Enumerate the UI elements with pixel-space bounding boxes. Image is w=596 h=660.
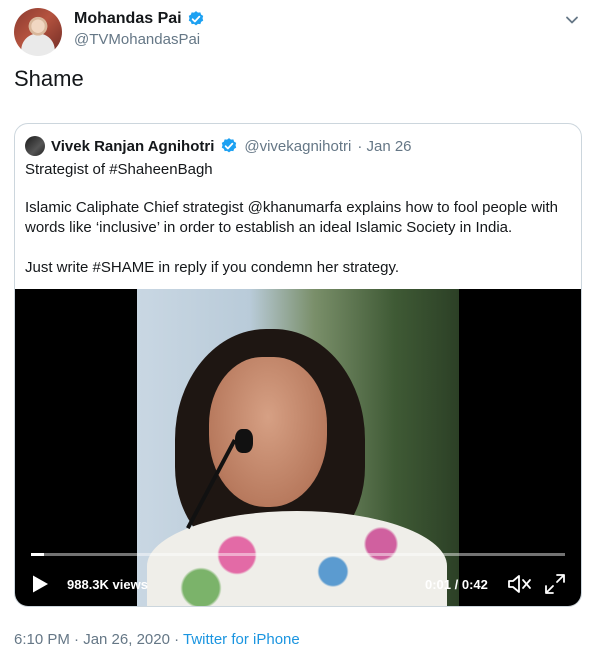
video-subject-face <box>209 357 327 507</box>
author-name-row: Mohandas Pai <box>74 10 205 28</box>
quoted-author-handle: @vivekagnihotri <box>244 137 352 155</box>
microphone <box>235 429 253 453</box>
quoted-line-1: Strategist of #ShaheenBagh <box>25 161 213 178</box>
quoted-tweet-body: Strategist of #ShaheenBagh Islamic Calip… <box>25 160 573 298</box>
video-frame <box>137 289 459 606</box>
author-info: Mohandas Pai @TVMohandasPai <box>74 10 205 48</box>
fullscreen-icon[interactable] <box>544 573 566 595</box>
play-icon[interactable] <box>29 573 51 595</box>
quoted-line-2: Islamic Caliphate Chief strategist @khan… <box>25 199 558 236</box>
author-name[interactable]: Mohandas Pai <box>74 10 182 28</box>
video-progress-bar[interactable] <box>31 553 565 556</box>
video-views: 988.3K views <box>67 577 148 592</box>
quoted-author-name: Vivek Ranjan Agnihotri <box>51 137 215 155</box>
video-progress-fill <box>31 553 44 556</box>
video-player[interactable]: 988.3K views 0:01 / 0:42 <box>15 289 581 606</box>
verified-badge-icon <box>188 11 203 26</box>
quoted-author-avatar <box>25 136 45 156</box>
quoted-tweet[interactable]: Vivek Ranjan Agnihotri @vivekagnihotri ·… <box>14 123 582 607</box>
quoted-line-3: Just write #SHAME in reply if you condem… <box>25 259 400 276</box>
video-time: 0:01 / 0:42 <box>425 577 488 592</box>
tweet-timestamp[interactable]: 6:10 PM · Jan 26, 2020 <box>14 631 170 648</box>
footer-separator: · <box>169 631 183 648</box>
tweet-footer: 6:10 PM · Jan 26, 2020 · Twitter for iPh… <box>14 631 300 648</box>
volume-muted-icon[interactable] <box>507 573 533 595</box>
quoted-date: · Jan 26 <box>357 137 412 155</box>
tweet-source-link[interactable]: Twitter for iPhone <box>183 631 300 648</box>
verified-badge-icon <box>222 138 237 153</box>
author-avatar[interactable] <box>14 8 62 56</box>
tweet-header: Mohandas Pai @TVMohandasPai <box>14 8 582 56</box>
video-subject-dress <box>147 511 447 606</box>
tweet-text: Shame <box>14 66 84 91</box>
chevron-down-icon[interactable] <box>564 12 580 28</box>
author-handle[interactable]: @TVMohandasPai <box>74 31 205 48</box>
quoted-tweet-header: Vivek Ranjan Agnihotri @vivekagnihotri ·… <box>25 136 412 156</box>
